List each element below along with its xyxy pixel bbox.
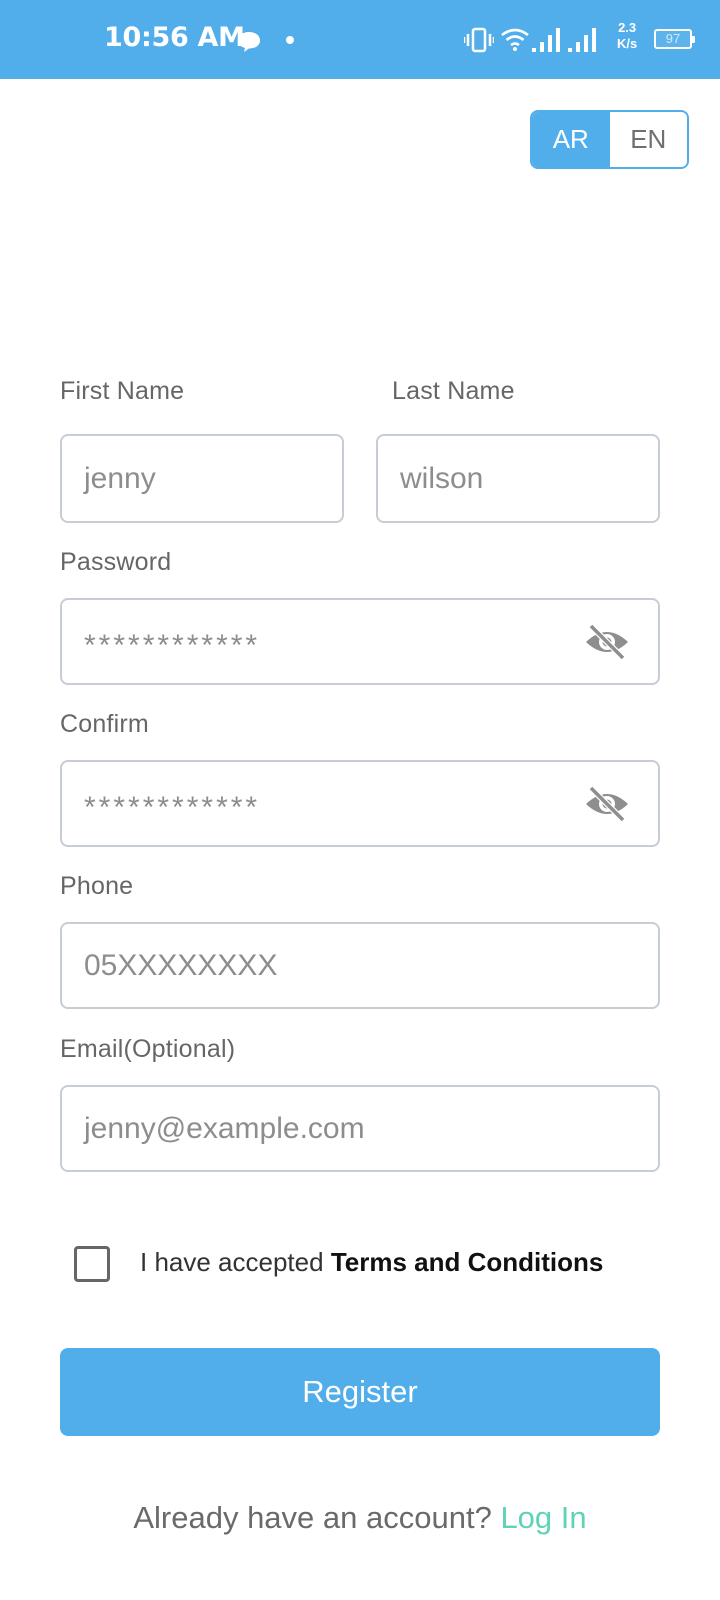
chat-bubble-icon: [238, 32, 260, 52]
status-time: 10:56 AM: [104, 22, 245, 53]
lang-ar-button[interactable]: AR: [532, 112, 610, 167]
password-field[interactable]: ************: [60, 598, 660, 685]
eye-off-icon[interactable]: [584, 784, 630, 824]
status-bar: 10:56 AM 2.3 K/s 97: [0, 0, 720, 79]
network-speed-unit: K/s: [617, 36, 638, 51]
first-name-field[interactable]: jenny: [60, 434, 344, 523]
last-name-field[interactable]: wilson: [376, 434, 660, 523]
login-prompt-line: Already have an account? Log In: [0, 1500, 720, 1536]
login-prompt: Already have an account?: [133, 1500, 492, 1535]
register-button[interactable]: Register: [60, 1348, 660, 1436]
password-value: ************: [84, 628, 261, 662]
phone-label: Phone: [60, 872, 134, 900]
last-name-label: Last Name: [392, 377, 515, 405]
battery-icon: 97: [654, 29, 695, 49]
network-speed-value: 2.3: [618, 20, 637, 35]
phone-placeholder: 05XXXXXXXX: [84, 948, 278, 982]
eye-off-icon[interactable]: [584, 622, 630, 662]
terms-prefix: I have accepted: [140, 1247, 324, 1277]
confirm-password-value: ************: [84, 790, 261, 824]
wifi-icon: [501, 28, 529, 51]
last-name-value: wilson: [400, 461, 484, 495]
notification-dot-icon: [286, 36, 294, 44]
lang-en-button[interactable]: EN: [609, 112, 687, 167]
language-toggle[interactable]: AR EN: [530, 110, 689, 169]
network-speed: 2.3 K/s: [617, 20, 637, 52]
first-name-value: jenny: [84, 461, 156, 495]
email-field[interactable]: jenny@example.com: [60, 1085, 660, 1172]
terms-link[interactable]: Terms and Conditions: [331, 1247, 604, 1277]
signal-icon: [532, 28, 560, 52]
terms-text: I have accepted Terms and Conditions: [140, 1247, 603, 1278]
first-name-label: First Name: [60, 377, 185, 405]
password-label: Password: [60, 548, 172, 576]
login-link[interactable]: Log In: [500, 1500, 586, 1535]
phone-field[interactable]: 05XXXXXXXX: [60, 922, 660, 1009]
clipped-heading: [0, 230, 720, 243]
signal-icon-2: [568, 28, 596, 52]
terms-checkbox[interactable]: [74, 1246, 110, 1282]
email-placeholder: jenny@example.com: [84, 1111, 365, 1145]
confirm-label: Confirm: [60, 710, 149, 738]
vibrate-icon: [464, 27, 494, 53]
confirm-password-field[interactable]: ************: [60, 760, 660, 847]
email-label: Email(Optional): [60, 1035, 236, 1063]
